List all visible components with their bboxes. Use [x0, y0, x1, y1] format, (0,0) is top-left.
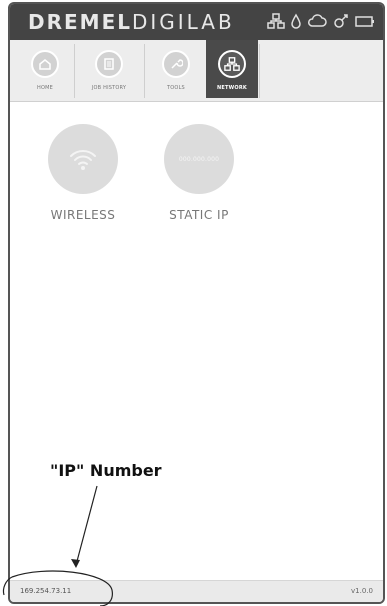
- static-ip-placeholder: 000.000.000: [178, 155, 220, 163]
- static-ip-circle[interactable]: 000.000.000: [164, 124, 234, 194]
- tab-bar: HOME JOB HISTORY TOOLS NETWORK: [10, 40, 383, 102]
- wireless-circle[interactable]: [48, 124, 118, 194]
- brand-logo: DREMELDIGILAB: [28, 10, 235, 34]
- tab-network[interactable]: NETWORK: [206, 40, 258, 98]
- static-ip-option[interactable]: 000.000.000 STATIC IP: [154, 124, 244, 222]
- wifi-icon: [70, 150, 96, 170]
- tab-tools[interactable]: TOOLS: [148, 40, 204, 98]
- status-footer: 169.254.73.11 v1.0.0: [10, 580, 383, 602]
- filament-drop-icon: [291, 13, 301, 29]
- status-icons: [267, 13, 375, 29]
- brand-light: DIGILAB: [131, 10, 235, 34]
- tab-label: NETWORK: [217, 85, 247, 91]
- battery-icon: [355, 13, 375, 29]
- brand-bold: DREMEL: [28, 10, 132, 34]
- network-icon: [218, 50, 246, 78]
- ip-number-callout: "IP" Number: [50, 461, 162, 480]
- title-bar: DREMELDIGILAB: [10, 4, 383, 40]
- ip-address: 169.254.73.11: [20, 587, 72, 595]
- tab-label: TOOLS: [167, 85, 185, 91]
- wireless-label: WIRELESS: [50, 208, 116, 222]
- settings-icon: [333, 13, 349, 29]
- home-icon: [31, 50, 59, 78]
- static-ip-label: STATIC IP: [169, 208, 229, 222]
- wrench-icon: [162, 50, 190, 78]
- cloud-icon: [307, 13, 327, 29]
- printer-screen: DREMELDIGILAB HOME JOB HISTORY TOOLS NET…: [8, 2, 385, 604]
- document-icon: [95, 50, 123, 78]
- tab-home[interactable]: HOME: [20, 40, 70, 98]
- tab-label: HOME: [37, 85, 53, 91]
- tab-job-history[interactable]: JOB HISTORY: [80, 40, 138, 98]
- network-icon: [267, 13, 285, 29]
- wireless-option[interactable]: WIRELESS: [38, 124, 128, 222]
- tab-label: JOB HISTORY: [91, 85, 127, 91]
- network-content: WIRELESS 000.000.000 STATIC IP: [10, 102, 383, 582]
- firmware-version: v1.0.0: [351, 587, 373, 595]
